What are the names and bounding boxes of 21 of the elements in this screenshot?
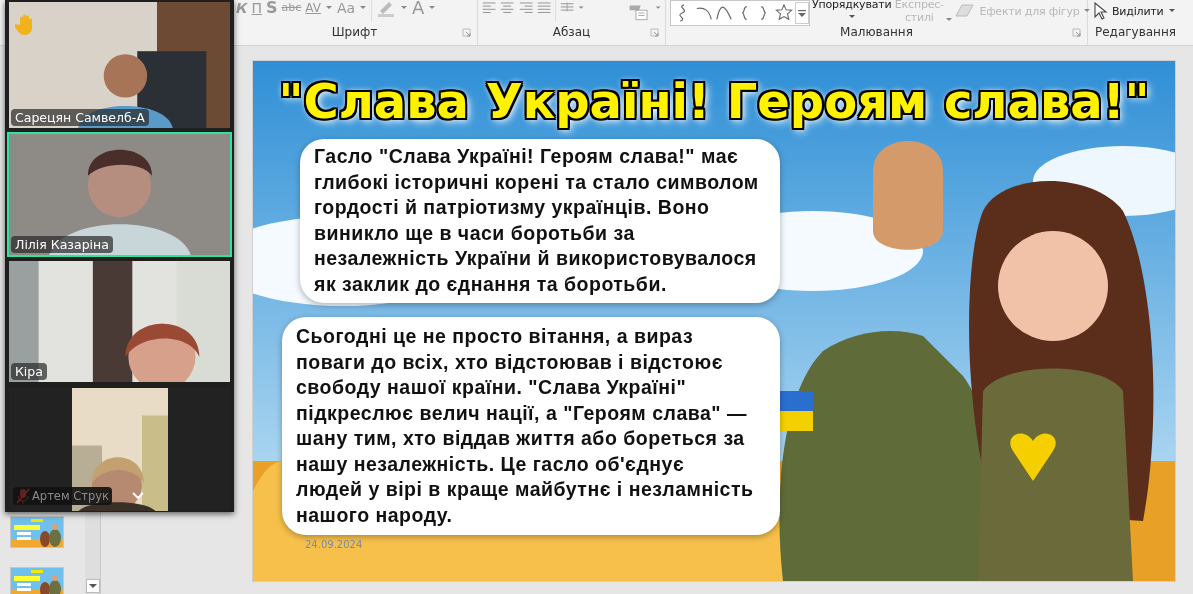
text-box: Сьогодні це не просто вітання, а вираз поваги до всіх, хто відстоював і відстоює свободу нашої країни. "Слава Україні" підкреслює велич нації, а "Героям слава" — шану тим, хто віддав життя або бореться за нашу незалежність. Це гасло об'єднує людей у вірі в краще майбутнє і незламність нашого народу. — [282, 317, 780, 535]
group-label: Шрифт — [331, 25, 378, 39]
font-color-button[interactable]: A — [412, 0, 425, 16]
participant-name: Артем Струк — [32, 489, 110, 503]
date-label: 24.09.2024 — [305, 539, 363, 550]
group-label: Абзац — [552, 25, 591, 39]
participant-name: Кіра — [15, 364, 43, 379]
format-button[interactable]: S — [266, 0, 278, 16]
format-button[interactable]: Aa — [336, 0, 356, 16]
format-button[interactable]: П — [251, 0, 262, 16]
format-button[interactable]: AV — [305, 0, 321, 16]
participant-name: Лілія Казаріна — [15, 237, 109, 252]
slide-title: "Слава Україні! Героям слава!" — [278, 73, 1150, 129]
group-label: Редагування — [1095, 25, 1176, 39]
participant-name: Сарецян Самвелб-А — [15, 110, 145, 125]
format-button[interactable]: abc — [281, 0, 302, 16]
arrange-button[interactable]: Упорядкувати — [812, 0, 892, 21]
format-button[interactable]: К — [236, 0, 248, 16]
group-label: Малювання — [840, 25, 913, 39]
text-box: Гасло "Слава Україні! Героям слава!" має глибокі історичні корені та стало символом гордості й патріотизму українців. Воно виникло ще в часи боротьби за незалежність України й використовувалося як заклик до єднання та боротьби. — [300, 139, 780, 303]
select-button[interactable]: Виділити — [1092, 0, 1176, 22]
